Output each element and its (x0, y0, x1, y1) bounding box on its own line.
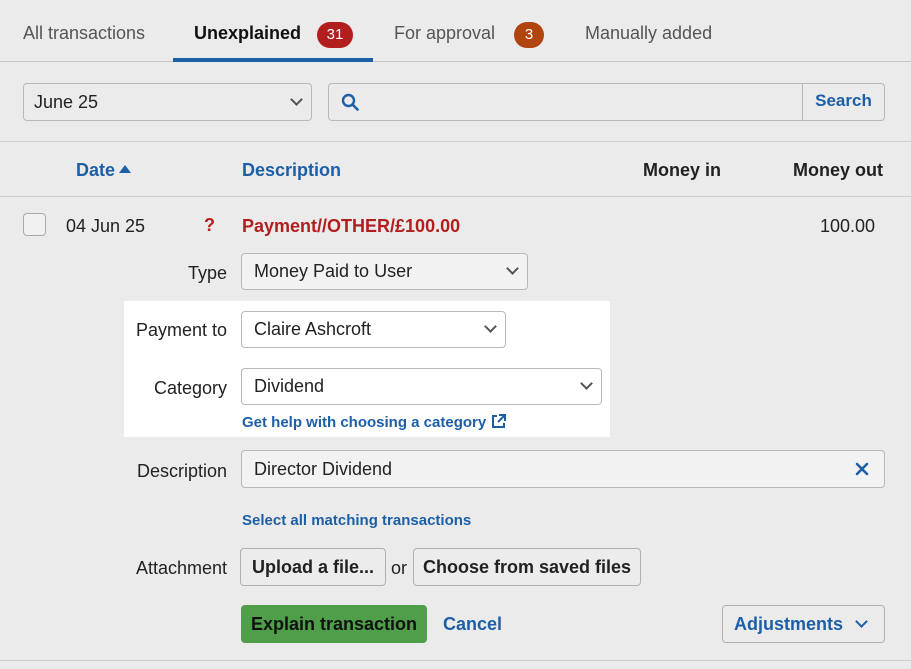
active-tab-indicator (173, 58, 373, 62)
divider (0, 196, 911, 197)
adjustments-button[interactable]: Adjustments (722, 605, 885, 643)
chevron-down-icon (506, 262, 519, 275)
category-value: Dividend (254, 376, 325, 396)
payment-to-label: Payment to (135, 320, 227, 340)
search-icon (341, 93, 359, 111)
unexplained-question-icon: ? (204, 215, 215, 235)
money-in-column-header: Money in (643, 160, 722, 180)
approval-count-badge: 3 (514, 22, 544, 48)
search-field[interactable]: Search (328, 83, 885, 121)
type-label: Type (187, 263, 227, 283)
external-link-icon (492, 414, 507, 428)
adjustments-label: Adjustments (734, 614, 844, 634)
description-value: Director Dividend (254, 459, 393, 479)
help-link-label: Get help with choosing a category (242, 414, 487, 431)
category-label: Category (153, 378, 227, 398)
cancel-link[interactable]: Cancel (443, 614, 502, 634)
payment-to-select[interactable]: Claire Ashcroft (241, 311, 506, 348)
transaction-checkbox[interactable] (23, 213, 46, 236)
date-header-label: Date (76, 160, 116, 180)
chevron-down-icon (484, 320, 497, 333)
divider (0, 141, 911, 142)
tab-unexplained[interactable]: Unexplained (194, 0, 301, 62)
tab-label: All transactions (23, 23, 146, 43)
clear-icon[interactable] (854, 461, 870, 477)
category-help-link[interactable]: Get help with choosing a category (242, 413, 507, 432)
tab-label: Manually added (585, 23, 713, 43)
transaction-description: Payment//OTHER/£100.00 (242, 216, 461, 236)
select-matching-transactions-link[interactable]: Select all matching transactions (242, 512, 471, 530)
transaction-date: 04 Jun 25 (66, 216, 146, 236)
money-out-column-header: Money out (793, 160, 883, 180)
description-input[interactable]: Director Dividend (241, 450, 885, 488)
chevron-down-icon (855, 615, 868, 628)
tab-label: Unexplained (194, 23, 302, 43)
date-column-header[interactable]: Date (76, 160, 132, 180)
month-select[interactable]: June 25 (23, 83, 312, 121)
tab-bar: All transactions Unexplained 31 For appr… (0, 0, 911, 62)
tab-for-approval[interactable]: For approval (394, 0, 495, 62)
divider (0, 660, 911, 661)
description-label: Description (136, 461, 227, 481)
tab-all-transactions[interactable]: All transactions (23, 0, 145, 62)
tab-manually-added[interactable]: Manually added (585, 0, 712, 62)
month-value: June 25 (34, 92, 99, 112)
type-select[interactable]: Money Paid to User (241, 253, 528, 290)
payment-to-value: Claire Ashcroft (254, 319, 372, 339)
attachment-label: Attachment (135, 558, 227, 578)
tab-label: For approval (394, 23, 496, 43)
description-column-header[interactable]: Description (242, 160, 341, 180)
unexplained-count-badge: 31 (317, 22, 353, 48)
choose-saved-files-button[interactable]: Choose from saved files (413, 548, 641, 586)
type-value: Money Paid to User (254, 261, 413, 281)
upload-file-button[interactable]: Upload a file... (240, 548, 386, 586)
or-text: or (391, 558, 408, 578)
chevron-down-icon (580, 377, 593, 390)
transaction-money-out: 100.00 (820, 216, 876, 236)
category-select[interactable]: Dividend (241, 368, 602, 405)
sort-ascending-icon (119, 165, 132, 173)
explain-transaction-button[interactable]: Explain transaction (241, 605, 427, 643)
search-button[interactable]: Search (802, 84, 884, 120)
chevron-down-icon (290, 93, 303, 106)
